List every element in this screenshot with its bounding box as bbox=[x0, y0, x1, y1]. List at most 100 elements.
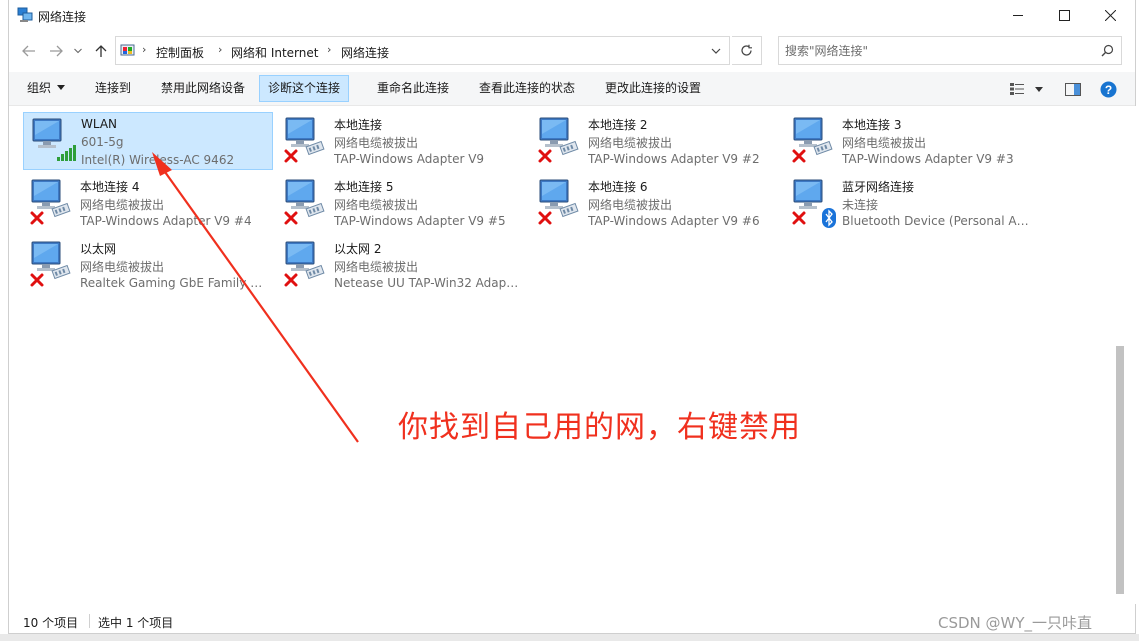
connection-device: TAP-Windows Adapter V9 #3 bbox=[842, 152, 1014, 166]
ethernet-adapter-disconnected-icon bbox=[284, 179, 325, 225]
wifi-adapter-icon bbox=[32, 118, 76, 161]
arrow-up-icon bbox=[95, 45, 107, 57]
view-options-button[interactable] bbox=[1007, 79, 1027, 99]
connection-device: TAP-Windows Adapter V9 #2 bbox=[588, 152, 760, 166]
rename-connection-label: 重命名此连接 bbox=[377, 81, 450, 95]
forward-button[interactable] bbox=[46, 42, 66, 60]
ethernet-adapter-disconnected-icon bbox=[284, 117, 325, 163]
connection-name: 本地连接 4 bbox=[80, 180, 140, 194]
breadcrumb-network-connections[interactable]: 网络连接 bbox=[341, 44, 389, 61]
connection-item[interactable]: WLAN 601-5g Intel(R) Wireless-AC 9462 bbox=[23, 112, 273, 170]
chevron-down-icon bbox=[74, 48, 82, 54]
close-button[interactable] bbox=[1087, 0, 1133, 30]
connection-device: TAP-Windows Adapter V9 #5 bbox=[334, 214, 506, 228]
refresh-button[interactable] bbox=[732, 36, 762, 65]
breadcrumb-control-panel[interactable]: 控制面板 bbox=[156, 44, 204, 61]
caret-down-icon bbox=[1035, 86, 1043, 92]
command-bar: 组织 连接到 禁用此网络设备 诊断这个连接 重命名此连接 查看此连接的状态 更改… bbox=[9, 72, 1135, 106]
disable-device-button[interactable]: 禁用此网络设备 bbox=[153, 75, 253, 102]
connection-status: 网络电缆被拔出 bbox=[80, 260, 165, 274]
ethernet-adapter-disconnected-icon bbox=[30, 179, 71, 225]
bluetooth-adapter-icon bbox=[792, 179, 836, 228]
window-title: 网络连接 bbox=[38, 10, 87, 24]
connection-item[interactable]: 本地连接 3 网络电缆被拔出 TAP-Windows Adapter V9 #3 bbox=[785, 112, 1035, 170]
breadcrumb-network-internet[interactable]: 网络和 Internet bbox=[231, 44, 318, 61]
address-history-button[interactable] bbox=[704, 38, 728, 63]
details-view-icon bbox=[1010, 83, 1024, 95]
preview-pane-icon bbox=[1065, 82, 1081, 96]
help-button[interactable]: ? bbox=[1098, 79, 1118, 99]
view-status-button[interactable]: 查看此连接的状态 bbox=[471, 75, 583, 102]
explorer-window: 网络连接 › 控制面板 › 网络和 Internet › 网络连接 搜索"网络连… bbox=[8, 0, 1137, 634]
help-icon: ? bbox=[1100, 81, 1116, 97]
connection-item[interactable]: 蓝牙网络连接 未连接 Bluetooth Device (Personal Ar..… bbox=[785, 174, 1035, 232]
connections-list: WLAN 601-5g Intel(R) Wireless-AC 9462 本地连接网… bbox=[9, 106, 1121, 604]
connection-item[interactable]: 本地连接 6 网络电缆被拔出 TAP-Windows Adapter V9 #6 bbox=[531, 174, 781, 232]
connection-status: 网络电缆被拔出 bbox=[334, 136, 419, 150]
connection-name: 蓝牙网络连接 bbox=[842, 180, 915, 194]
selected-count: 选中 1 个项目 bbox=[98, 616, 174, 630]
minimize-button[interactable] bbox=[995, 0, 1041, 30]
scrollbar-thumb[interactable] bbox=[1116, 346, 1124, 594]
connection-device: TAP-Windows Adapter V9 #4 bbox=[80, 214, 252, 228]
connection-item[interactable]: 本地连接 2 网络电缆被拔出 TAP-Windows Adapter V9 #2 bbox=[531, 112, 781, 170]
connection-status: 网络电缆被拔出 bbox=[588, 136, 673, 150]
ethernet-adapter-disconnected-icon bbox=[538, 179, 579, 225]
connection-device: TAP-Windows Adapter V9 #6 bbox=[588, 214, 760, 228]
annotation-text: 你找到自己用的网，右键禁用 bbox=[398, 410, 801, 445]
breadcrumb-separator-icon: › bbox=[327, 43, 332, 56]
change-settings-label: 更改此连接的设置 bbox=[605, 81, 702, 95]
arrow-right-icon bbox=[50, 45, 63, 57]
diagnose-connection-button[interactable]: 诊断这个连接 bbox=[259, 75, 350, 102]
connection-name: 本地连接 2 bbox=[588, 118, 648, 132]
connection-status: 网络电缆被拔出 bbox=[842, 136, 927, 150]
connection-name: 以太网 bbox=[80, 242, 117, 256]
connection-item[interactable]: 本地连接 5 网络电缆被拔出 TAP-Windows Adapter V9 #5 bbox=[277, 174, 527, 232]
preview-pane-button[interactable] bbox=[1063, 79, 1083, 99]
connection-name: 本地连接 3 bbox=[842, 118, 902, 132]
connection-status: 网络电缆被拔出 bbox=[334, 198, 419, 212]
ethernet-adapter-disconnected-icon bbox=[30, 241, 71, 287]
connect-to-label: 连接到 bbox=[95, 81, 132, 95]
up-button[interactable] bbox=[91, 42, 111, 60]
connection-name: 本地连接 6 bbox=[588, 180, 648, 194]
ethernet-adapter-disconnected-icon bbox=[284, 241, 325, 287]
rename-connection-button[interactable]: 重命名此连接 bbox=[369, 75, 457, 102]
connection-device: Netease UU TAP-Win32 Adapt... bbox=[334, 276, 522, 290]
connection-status: 601-5g bbox=[81, 135, 124, 149]
organize-label: 组织 bbox=[27, 81, 52, 95]
status-divider bbox=[89, 614, 90, 628]
diagnose-connection-label: 诊断这个连接 bbox=[268, 81, 341, 95]
connection-name: 本地连接 bbox=[334, 118, 383, 132]
maximize-button[interactable] bbox=[1041, 0, 1087, 30]
change-settings-button[interactable]: 更改此连接的设置 bbox=[597, 75, 709, 102]
disable-device-label: 禁用此网络设备 bbox=[161, 81, 246, 95]
search-icon[interactable] bbox=[1101, 44, 1114, 57]
connection-item[interactable]: 以太网 2 网络电缆被拔出 Netease UU TAP-Win32 Adapt..… bbox=[277, 236, 527, 294]
connection-item[interactable]: 以太网 网络电缆被拔出 Realtek Gaming GbE Family C... bbox=[23, 236, 273, 294]
watermark: CSDN @WY_一只咔直 bbox=[938, 614, 1093, 632]
chevron-down-icon bbox=[711, 48, 721, 54]
connection-name: 以太网 2 bbox=[334, 242, 382, 256]
recent-locations-button[interactable] bbox=[72, 42, 84, 60]
connection-device: Intel(R) Wireless-AC 9462 bbox=[81, 153, 235, 167]
connection-item[interactable]: 本地连接 4 网络电缆被拔出 TAP-Windows Adapter V9 #4 bbox=[23, 174, 273, 232]
connection-device: Bluetooth Device (Personal Ar... bbox=[842, 214, 1030, 228]
organize-menu[interactable]: 组织 bbox=[19, 75, 73, 102]
connection-status: 未连接 bbox=[842, 198, 879, 212]
back-button[interactable] bbox=[19, 42, 39, 60]
minimize-icon bbox=[1013, 15, 1023, 16]
svg-text:?: ? bbox=[1104, 83, 1111, 97]
search-input[interactable] bbox=[785, 43, 1085, 59]
connection-name: WLAN bbox=[81, 117, 118, 131]
connection-item[interactable]: 本地连接网络电缆被拔出 TAP-Windows Adapter V9 bbox=[277, 112, 527, 170]
address-bar[interactable]: › 控制面板 › 网络和 Internet › 网络连接 bbox=[115, 36, 730, 65]
connection-status: 网络电缆被拔出 bbox=[334, 260, 419, 274]
search-box[interactable] bbox=[778, 36, 1122, 65]
view-options-dropdown[interactable] bbox=[1029, 79, 1049, 99]
title-bar: 网络连接 bbox=[9, 0, 1135, 32]
connect-to-button[interactable]: 连接到 bbox=[87, 75, 139, 102]
maximize-icon bbox=[1058, 9, 1070, 21]
connection-device: TAP-Windows Adapter V9 bbox=[334, 152, 485, 166]
item-count: 10 个项目 bbox=[23, 616, 79, 630]
